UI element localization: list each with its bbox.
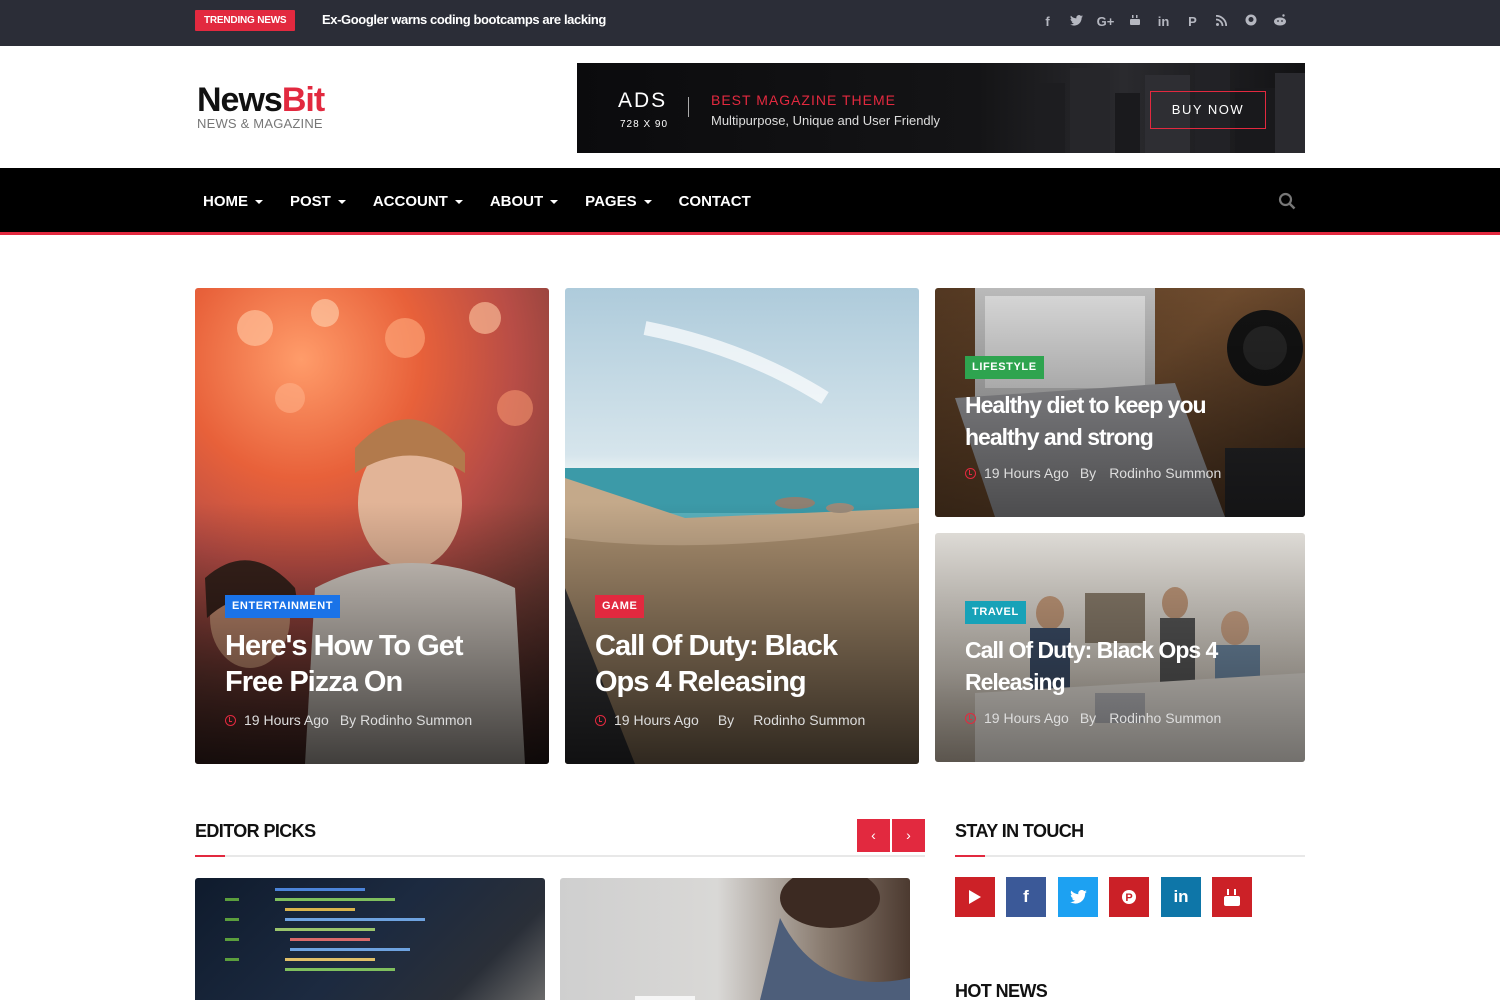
nav-item-contact[interactable]: CONTACT [679, 193, 751, 210]
next-button[interactable]: › [892, 819, 925, 852]
top-bar: TRENDING NEWS Ex-Googler warns coding bo… [0, 0, 1500, 46]
nav-item-pages[interactable]: PAGES [585, 193, 652, 210]
caret-down-icon [643, 199, 652, 204]
twitter-icon[interactable] [1058, 877, 1098, 917]
clock-icon [965, 467, 976, 479]
card-meta: 19 Hours Ago By Rodinho Summon [965, 465, 1221, 481]
clock-icon [595, 714, 606, 726]
top-social-links: f G+ in P [1033, 14, 1294, 29]
editor-pick-card[interactable] [560, 878, 910, 1000]
featured-card[interactable]: ENTERTAINMENT Here's How To Get Free Pizz… [195, 288, 549, 764]
logo-tagline: NEWS & MAGAZINE [197, 116, 323, 131]
main-nav: HOME POST ACCOUNT ABOUT PAGES CONTACT [0, 168, 1500, 235]
section-divider-accent [955, 855, 985, 857]
pinterest-icon[interactable]: P [1178, 14, 1207, 29]
trending-badge: TRENDING NEWS [195, 10, 296, 31]
section-title-hot-news: HOT NEWS [955, 981, 1048, 1001]
section-divider [955, 855, 1305, 857]
svg-text:P: P [1125, 892, 1132, 904]
card-title[interactable]: Call Of Duty: Black Ops 4 Releasing [595, 628, 905, 700]
nav-menu: HOME POST ACCOUNT ABOUT PAGES CONTACT [203, 168, 778, 235]
nav-item-account[interactable]: ACCOUNT [373, 193, 463, 210]
nav-item-post[interactable]: POST [290, 193, 346, 210]
caret-down-icon [550, 199, 559, 204]
nav-item-about[interactable]: ABOUT [490, 193, 559, 210]
pinterest-icon[interactable]: P [1109, 877, 1149, 917]
facebook-icon[interactable]: f [1006, 877, 1046, 917]
section-title-stay-in-touch: STAY IN TOUCH [955, 821, 1084, 841]
editor-pick-card[interactable] [195, 878, 545, 1000]
category-badge[interactable]: ENTERTAINMENT [225, 595, 341, 618]
woman-image [635, 878, 910, 1000]
category-badge[interactable]: TRAVEL [965, 601, 1026, 624]
featured-card[interactable]: LIFESTYLE Healthy diet to keep you health… [935, 288, 1305, 517]
section-divider-accent [195, 855, 225, 857]
facebook-icon[interactable]: f [1033, 14, 1062, 29]
ad-divider [688, 97, 689, 117]
featured-card[interactable]: TRAVEL Call Of Duty: Black Ops 4 Releasin… [935, 533, 1305, 762]
card-title[interactable]: Here's How To Get Free Pizza On [225, 628, 525, 700]
caret-down-icon [255, 199, 263, 204]
linkedin-icon[interactable]: in [1149, 14, 1178, 29]
github-icon[interactable] [1236, 14, 1265, 29]
category-badge[interactable]: LIFESTYLE [965, 356, 1044, 379]
ad-size: 728 X 90 [620, 119, 669, 130]
youtube-text-icon[interactable] [1212, 877, 1252, 917]
card-meta: 19 Hours Ago By Rodinho Summon [965, 710, 1221, 726]
clock-icon [225, 714, 236, 726]
section-divider [195, 855, 925, 857]
ad-banner[interactable]: ADS 728 X 90 BEST MAGAZINE THEME Multipu… [577, 63, 1305, 153]
rss-icon[interactable] [1207, 14, 1236, 29]
clock-icon [965, 712, 976, 724]
linkedin-icon[interactable]: in [1161, 877, 1201, 917]
nav-item-home[interactable]: HOME [203, 193, 263, 210]
twitter-icon[interactable] [1062, 14, 1091, 29]
caret-down-icon [454, 199, 463, 204]
search-icon[interactable] [1278, 192, 1296, 210]
youtube-icon[interactable] [955, 877, 995, 917]
ad-label: ADS [618, 89, 668, 112]
section-title-editor-picks: EDITOR PICKS [195, 821, 316, 841]
featured-card[interactable]: GAME Call Of Duty: Black Ops 4 Releasing … [565, 288, 919, 764]
card-title[interactable]: Healthy diet to keep you healthy and stro… [965, 389, 1285, 453]
card-meta: 19 Hours Ago By Rodinho Summon [225, 712, 472, 728]
category-badge[interactable]: GAME [595, 595, 645, 618]
prev-button[interactable]: ‹ [857, 819, 890, 852]
youtube-icon[interactable] [1120, 14, 1149, 29]
card-meta: 19 Hours Ago By Rodinho Summon [595, 712, 865, 728]
ad-tagline: Multipurpose, Unique and User Friendly [711, 113, 941, 128]
caret-down-icon [337, 199, 346, 204]
buy-now-button[interactable]: BUY NOW [1150, 91, 1266, 129]
card-title[interactable]: Call Of Duty: Black Ops 4 Releasing [965, 634, 1285, 698]
site-logo[interactable]: NewsBit NEWS & MAGAZINE [197, 81, 325, 131]
google-plus-icon[interactable]: G+ [1091, 14, 1120, 29]
logo-wordmark: NewsBit [197, 81, 325, 119]
reddit-icon[interactable] [1265, 14, 1294, 29]
ad-headline: BEST MAGAZINE THEME [711, 92, 896, 108]
trending-headline[interactable]: Ex-Googler warns coding bootcamps are la… [322, 12, 606, 27]
code-screen-image [225, 888, 425, 971]
